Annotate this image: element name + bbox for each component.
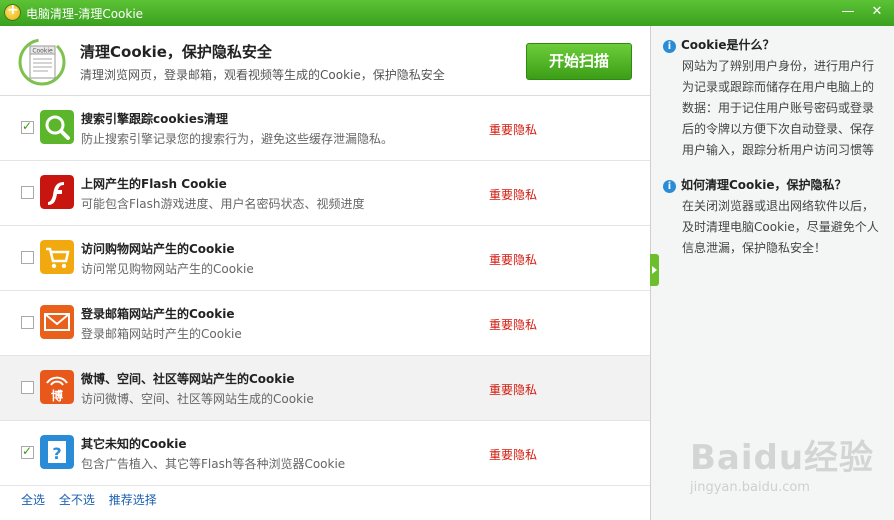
app-logo-icon [4, 2, 21, 21]
item-description: 可能包含Flash游戏进度、用户名密码状态、视频进度 [81, 197, 365, 211]
privacy-badge: 重要隐私 [489, 448, 538, 462]
item-checkbox[interactable] [21, 119, 34, 134]
item-title: 其它未知的Cookie [81, 437, 187, 451]
item-checkbox[interactable] [21, 381, 34, 394]
list-item[interactable]: 博 微博、空间、社区等网站产生的Cookie 访问微博、空间、社区等网站生成的C… [0, 356, 650, 421]
window-title: 电脑清理-清理Cookie [26, 7, 144, 21]
collapse-sidebar-toggle[interactable] [650, 254, 659, 286]
start-scan-button[interactable]: 开始扫描 [526, 43, 632, 80]
info-icon: i [663, 180, 676, 193]
item-description: 访问微博、空间、社区等网站生成的Cookie [81, 392, 314, 406]
cookie-icon-label: Cookie [32, 48, 53, 55]
item-description: 防止搜索引擎记录您的搜索行为，避免这些缓存泄漏隐私。 [81, 132, 394, 146]
mail-envelope-icon [40, 305, 74, 339]
faq-question-2: i 如何清理Cookie，保护隐私？ [663, 176, 847, 193]
selection-links: 全选 全不选 推荐选择 [21, 491, 167, 508]
weibo-icon: 博 [40, 370, 74, 404]
item-title: 搜索引擎跟踪cookies清理 [81, 112, 228, 126]
question-icon: ? [40, 435, 74, 469]
item-checkbox[interactable] [21, 444, 34, 459]
item-title: 微博、空间、社区等网站产生的Cookie [81, 372, 295, 386]
shopping-cart-icon [40, 240, 74, 274]
cookie-document-icon: Cookie [18, 38, 66, 86]
privacy-badge: 重要隐私 [489, 123, 538, 137]
item-title: 登录邮箱网站产生的Cookie [81, 307, 235, 321]
watermark-logo: Baidu经验 [690, 438, 875, 478]
list-item[interactable]: 登录邮箱网站产生的Cookie 登录邮箱网站时产生的Cookie 重要隐私 [0, 291, 650, 356]
svg-text:?: ? [52, 444, 61, 463]
item-checkbox[interactable] [21, 251, 34, 264]
minimize-button[interactable]: — [837, 2, 859, 22]
weibo-icon-text: 博 [51, 388, 63, 403]
item-checkbox[interactable] [21, 186, 34, 199]
watermark-url: jingyan.baidu.com [690, 480, 810, 495]
header: Cookie 清理Cookie，保护隐私安全 清理浏览网页，登录邮箱，观看视频等… [0, 26, 650, 96]
privacy-badge: 重要隐私 [489, 188, 538, 202]
flash-icon [40, 175, 74, 209]
title-bar: 电脑清理-清理Cookie — ✕ [0, 0, 894, 26]
recommended-select-link[interactable]: 推荐选择 [109, 493, 157, 507]
privacy-badge: 重要隐私 [489, 318, 538, 332]
faq-question-2-text: 如何清理Cookie，保护隐私？ [681, 178, 847, 192]
info-icon: i [663, 40, 676, 53]
page-title: 清理Cookie，保护隐私安全 [80, 43, 272, 61]
cookie-category-list: 搜索引擎跟踪cookies清理 防止搜索引擎记录您的搜索行为，避免这些缓存泄漏隐… [0, 96, 650, 486]
list-item[interactable]: 搜索引擎跟踪cookies清理 防止搜索引擎记录您的搜索行为，避免这些缓存泄漏隐… [0, 96, 650, 161]
search-magnifier-icon [40, 110, 74, 144]
faq-answer-1: 网站为了辨别用户身份，进行用户行为记录或跟踪而储存在用户电脑上的数据：用于记住用… [682, 59, 875, 157]
faq-answer-2: 在关闭浏览器或退出网络软件以后，及时清理电脑Cookie，尽量避免个人信息泄漏，… [682, 199, 879, 255]
item-description: 包含广告植入、其它等Flash等各种浏览器Cookie [81, 457, 346, 471]
item-title: 访问购物网站产生的Cookie [81, 242, 235, 256]
item-description: 登录邮箱网站时产生的Cookie [81, 327, 242, 341]
item-description: 访问常见购物网站产生的Cookie [81, 262, 254, 276]
item-checkbox[interactable] [21, 316, 34, 329]
page-subtitle: 清理浏览网页，登录邮箱，观看视频等生成的Cookie，保护隐私安全 [80, 68, 445, 82]
select-none-link[interactable]: 全不选 [59, 493, 95, 507]
list-item[interactable]: ? 其它未知的Cookie 包含广告植入、其它等Flash等各种浏览器Cooki… [0, 421, 650, 486]
faq-question-1-text: Cookie是什么？ [681, 38, 775, 52]
privacy-badge: 重要隐私 [489, 253, 538, 267]
privacy-badge: 重要隐私 [489, 383, 538, 397]
list-item[interactable]: 访问购物网站产生的Cookie 访问常见购物网站产生的Cookie 重要隐私 [0, 226, 650, 291]
list-item[interactable]: 上网产生的Flash Cookie 可能包含Flash游戏进度、用户名密码状态、… [0, 161, 650, 226]
faq-question-1: i Cookie是什么？ [663, 36, 775, 53]
close-button[interactable]: ✕ [866, 2, 888, 22]
item-title: 上网产生的Flash Cookie [81, 177, 227, 191]
select-all-link[interactable]: 全选 [21, 493, 45, 507]
